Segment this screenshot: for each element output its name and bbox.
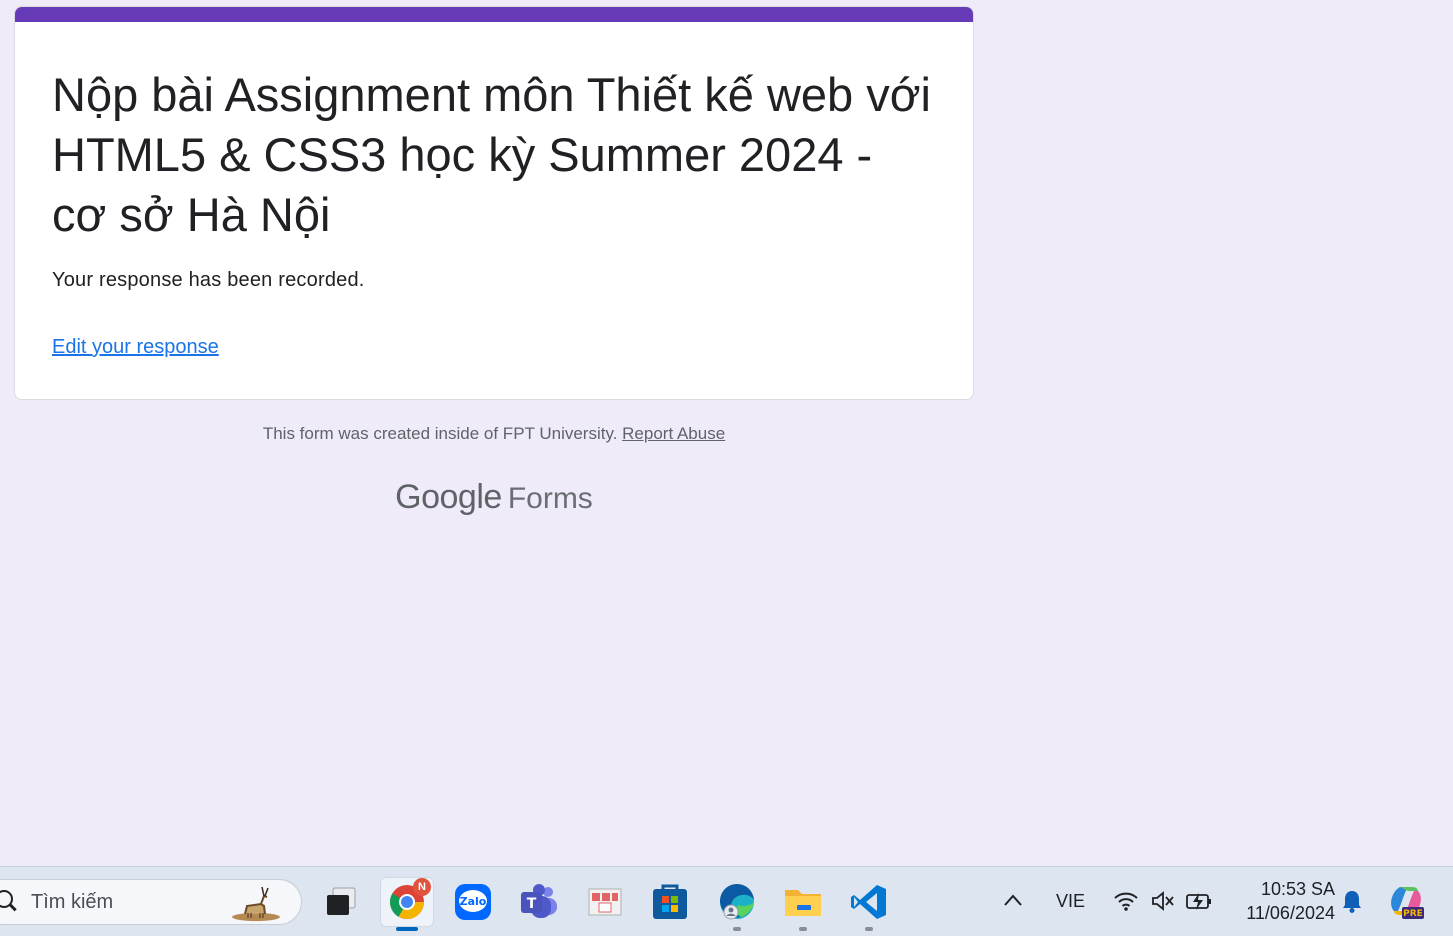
zalo-icon: Zalo — [455, 884, 491, 920]
active-indicator — [396, 927, 418, 931]
store-icon — [653, 884, 687, 919]
edge-icon — [719, 883, 754, 920]
volume-muted-icon[interactable] — [1150, 889, 1176, 913]
folder-icon — [785, 890, 821, 916]
notification-bell-icon[interactable] — [1340, 888, 1364, 914]
app-taskbar-button[interactable] — [581, 880, 629, 924]
clock-date[interactable]: 11/06/2024 — [1225, 903, 1335, 924]
store-taskbar-button[interactable] — [646, 880, 694, 924]
form-card: Nộp bài Assignment môn Thiết kế web với … — [14, 6, 974, 400]
footer-note-text: This form was created inside of FPT Univ… — [262, 424, 618, 443]
browser-page: Nộp bài Assignment môn Thiết kế web với … — [0, 0, 1453, 936]
teams-taskbar-button[interactable]: T — [515, 880, 563, 924]
input-language-indicator[interactable]: VIE — [1056, 891, 1085, 912]
chrome-notification-badge: N — [413, 878, 431, 896]
google-wordmark: Google — [395, 478, 502, 516]
forms-wordmark: Forms — [507, 482, 593, 515]
app-icon — [588, 888, 622, 916]
search-icon — [0, 890, 13, 908]
zalo-label: Zalo — [460, 895, 487, 908]
battery-charging-icon[interactable] — [1185, 889, 1213, 913]
taskbar-search-box[interactable]: Tìm kiếm — [0, 879, 302, 925]
zalo-taskbar-button[interactable]: Zalo — [449, 880, 497, 924]
task-view-icon — [327, 887, 356, 915]
search-highlight-deer-icon — [232, 886, 280, 921]
copilot-pre-label: PRE — [1403, 909, 1423, 919]
file-explorer-taskbar-button[interactable] — [779, 880, 827, 931]
windows-taskbar: Tìm kiếm N Zalo T VIE 10:53 SA 11/06/202… — [0, 866, 1453, 936]
wifi-icon[interactable] — [1113, 889, 1139, 913]
google-forms-logo[interactable]: Google Forms — [0, 478, 988, 517]
running-indicator — [799, 927, 807, 931]
show-hidden-icons-chevron-up-icon[interactable] — [1003, 893, 1023, 907]
copilot-icon[interactable]: PRE — [1386, 881, 1426, 921]
edit-response-link[interactable]: Edit your response — [52, 336, 219, 359]
task-view-button[interactable] — [316, 880, 364, 924]
form-title: Nộp bài Assignment môn Thiết kế web với … — [52, 68, 932, 241]
vscode-icon — [851, 885, 886, 919]
clock-time[interactable]: 10:53 SA — [1235, 879, 1335, 900]
search-placeholder: Tìm kiếm — [31, 891, 114, 913]
teams-icon: T — [521, 884, 557, 918]
confirmation-message: Your response has been recorded. — [52, 269, 365, 291]
vscode-taskbar-button[interactable] — [845, 880, 893, 931]
edge-taskbar-button[interactable] — [713, 880, 761, 931]
chrome-taskbar-button[interactable]: N — [380, 877, 434, 931]
teams-label: T — [527, 896, 537, 912]
running-indicator — [733, 927, 741, 931]
card-accent-bar — [15, 7, 973, 22]
running-indicator — [865, 927, 873, 931]
report-abuse-link[interactable]: Report Abuse — [622, 424, 725, 443]
form-footer-note: This form was created inside of FPT Univ… — [0, 424, 988, 444]
